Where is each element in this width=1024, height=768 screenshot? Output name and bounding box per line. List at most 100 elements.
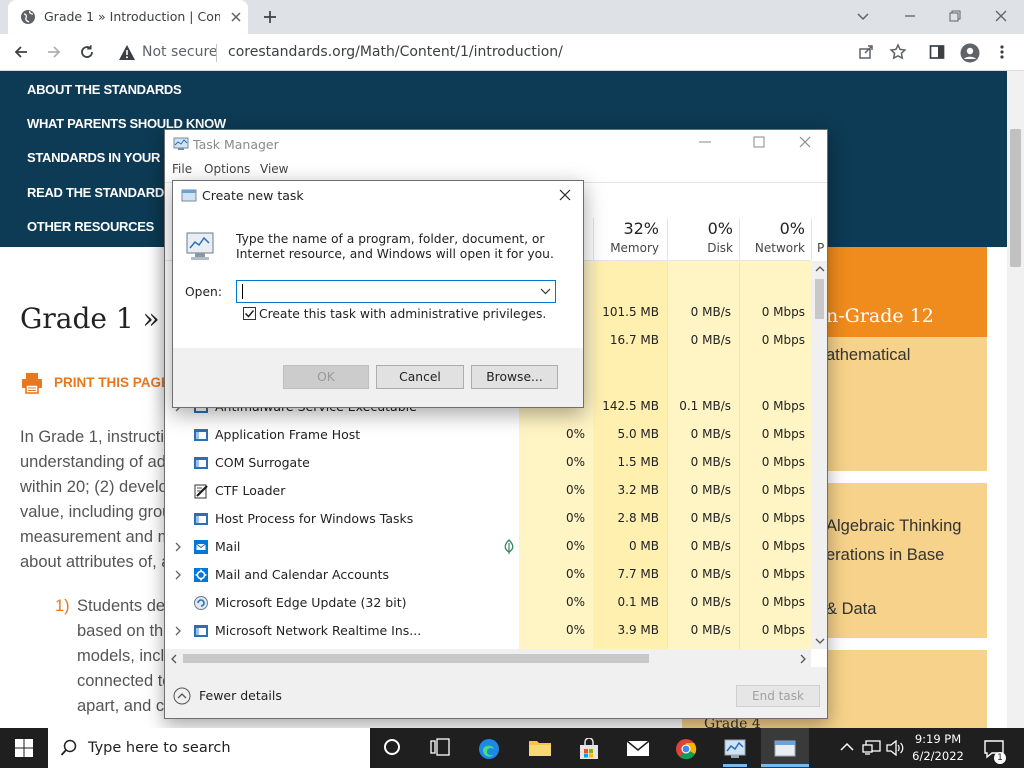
network-icon[interactable] bbox=[862, 740, 882, 756]
show-hidden-icons-chevron[interactable] bbox=[840, 742, 854, 752]
warning-icon[interactable] bbox=[118, 44, 136, 61]
reload-icon[interactable] bbox=[78, 43, 96, 61]
scroll-up-icon[interactable] bbox=[815, 265, 825, 273]
clock-time: 9:19 PM bbox=[914, 732, 962, 746]
close-window-icon[interactable] bbox=[993, 8, 1009, 24]
security-status-label[interactable]: Not secure bbox=[142, 44, 218, 60]
notification-count-badge: 1 bbox=[994, 752, 1006, 764]
list-item-line: models, inclu bbox=[77, 647, 174, 665]
admin-privileges-checkbox[interactable] bbox=[243, 307, 256, 320]
new-tab-icon[interactable] bbox=[262, 9, 278, 25]
close-tab-icon[interactable] bbox=[228, 9, 244, 25]
file-explorer-icon[interactable] bbox=[528, 738, 552, 758]
sidebar-link[interactable]: athematical bbox=[826, 346, 910, 365]
menu-options[interactable]: Options bbox=[204, 162, 250, 176]
scroll-left-icon[interactable] bbox=[170, 654, 178, 664]
nav-other-resources[interactable]: OTHER RESOURCES bbox=[27, 219, 154, 234]
browser-tab[interactable]: Grade 1 » Introduction | Commo bbox=[8, 0, 248, 34]
app-window-icon bbox=[193, 511, 209, 527]
restore-icon[interactable] bbox=[947, 8, 963, 24]
run-dialog-taskbar-icon[interactable] bbox=[773, 738, 797, 760]
sidebar-link[interactable]: Algebraic Thinking bbox=[826, 517, 961, 536]
chrome-icon[interactable] bbox=[675, 738, 697, 760]
process-name: Host Process for Windows Tasks bbox=[215, 511, 414, 526]
sidebar-link[interactable]: & Data bbox=[826, 600, 876, 619]
edge-browser-icon[interactable] bbox=[478, 738, 500, 760]
task-view-icon[interactable] bbox=[430, 738, 450, 756]
admin-privileges-label[interactable]: Create this task with administrative pri… bbox=[259, 307, 546, 321]
nav-standards-in-your-state[interactable]: STANDARDS IN YOUR ST bbox=[27, 150, 180, 165]
end-task-button[interactable]: End task bbox=[736, 685, 820, 707]
page-scrollbar[interactable] bbox=[1007, 71, 1024, 728]
bookmark-star-icon[interactable] bbox=[889, 43, 907, 61]
printer-icon[interactable] bbox=[20, 371, 44, 395]
menu-view[interactable]: View bbox=[260, 162, 288, 176]
ok-button[interactable]: OK bbox=[283, 365, 369, 389]
collapse-chevron-icon[interactable] bbox=[173, 687, 191, 705]
power-column-header[interactable]: P bbox=[817, 241, 827, 255]
horizontal-scroll-thumb[interactable] bbox=[183, 654, 649, 663]
profile-avatar-icon[interactable] bbox=[960, 43, 980, 63]
close-icon[interactable] bbox=[557, 187, 573, 203]
process-row[interactable]: Host Process for Windows Tasks 0% 2.8 MB… bbox=[165, 505, 811, 533]
process-row[interactable]: CTF Loader 0% 3.2 MB 0 MB/s 0 Mbps bbox=[165, 477, 811, 505]
print-page-link[interactable]: PRINT THIS PAGE bbox=[54, 375, 170, 390]
close-icon[interactable] bbox=[797, 134, 813, 150]
vertical-scroll-thumb[interactable] bbox=[815, 279, 824, 319]
tab-search-icon[interactable] bbox=[855, 8, 871, 24]
column-divider bbox=[739, 218, 740, 260]
taskbar-search-box[interactable]: Type here to search bbox=[48, 728, 370, 768]
fewer-details-button[interactable]: Fewer details bbox=[199, 688, 282, 703]
minimize-icon[interactable] bbox=[902, 8, 918, 24]
chrome-menu-icon[interactable] bbox=[995, 43, 1009, 61]
minimize-icon[interactable] bbox=[697, 134, 713, 150]
store-bag-icon[interactable] bbox=[578, 738, 600, 760]
cortana-icon[interactable] bbox=[383, 738, 401, 756]
mail-app-icon[interactable] bbox=[626, 738, 650, 758]
side-panel-icon[interactable] bbox=[928, 43, 946, 61]
scroll-down-icon[interactable] bbox=[815, 637, 825, 645]
expand-chevron-icon[interactable] bbox=[173, 625, 183, 637]
browse-button[interactable]: Browse... bbox=[471, 365, 558, 389]
nav-read-the-standards[interactable]: READ THE STANDARDS bbox=[27, 185, 173, 200]
sidebar-title[interactable]: n-Grade 12 bbox=[826, 305, 934, 327]
create-new-task-dialog: Create new task Type the name of a progr… bbox=[172, 180, 584, 408]
windows-start-icon[interactable] bbox=[15, 739, 33, 757]
maximize-icon[interactable] bbox=[751, 134, 767, 150]
open-label: Open: bbox=[185, 285, 222, 299]
memory-cell: 3.2 MB bbox=[617, 483, 659, 497]
url-text[interactable]: corestandards.org/Math/Content/1/introdu… bbox=[228, 44, 563, 60]
process-row[interactable]: Microsoft Edge Update (32 bit) 0% 0.1 MB… bbox=[165, 589, 811, 617]
page-scrollbar-thumb[interactable] bbox=[1010, 129, 1021, 267]
menu-file[interactable]: File bbox=[172, 162, 192, 176]
vertical-scrollbar[interactable] bbox=[811, 261, 827, 649]
open-combobox[interactable] bbox=[236, 280, 556, 303]
disk-column-header[interactable]: Disk bbox=[667, 241, 733, 255]
scroll-right-icon[interactable] bbox=[799, 654, 807, 664]
memory-column-header[interactable]: Memory bbox=[593, 241, 659, 255]
suspended-leaf-icon bbox=[503, 539, 515, 555]
forward-icon[interactable] bbox=[45, 43, 63, 61]
network-usage-value[interactable]: 0% bbox=[739, 219, 805, 238]
process-row[interactable]: Mail 0% 0 MB 0 MB/s 0 Mbps bbox=[165, 533, 811, 561]
task-manager-taskbar-icon[interactable] bbox=[723, 738, 747, 760]
volume-icon[interactable] bbox=[886, 740, 904, 756]
process-row[interactable]: Microsoft Network Realtime Ins... 0% 3.9… bbox=[165, 617, 811, 645]
expand-chevron-icon[interactable] bbox=[173, 569, 183, 581]
disk-cell: 0 MB/s bbox=[690, 511, 731, 525]
disk-usage-value[interactable]: 0% bbox=[667, 219, 733, 238]
expand-chevron-icon[interactable] bbox=[173, 541, 183, 553]
process-row[interactable]: COM Surrogate 0% 1.5 MB 0 MB/s 0 Mbps bbox=[165, 449, 811, 477]
nav-about-standards[interactable]: ABOUT THE STANDARDS bbox=[27, 82, 182, 97]
address-bar[interactable]: Not secure corestandards.org/Math/Conten… bbox=[108, 40, 888, 66]
sidebar-link[interactable]: erations in Base bbox=[826, 546, 944, 565]
network-column-header[interactable]: Network bbox=[739, 241, 805, 255]
process-row[interactable]: Application Frame Host 0% 5.0 MB 0 MB/s … bbox=[165, 421, 811, 449]
taskbar-clock[interactable]: 9:19 PM 6/2/2022 bbox=[906, 731, 970, 765]
process-row[interactable]: Mail and Calendar Accounts 0% 7.7 MB 0 M… bbox=[165, 561, 811, 589]
memory-usage-value[interactable]: 32% bbox=[593, 219, 659, 238]
cancel-button[interactable]: Cancel bbox=[376, 365, 464, 389]
back-icon[interactable] bbox=[12, 43, 30, 61]
chevron-down-icon[interactable] bbox=[540, 287, 551, 295]
horizontal-scrollbar[interactable] bbox=[165, 649, 811, 667]
